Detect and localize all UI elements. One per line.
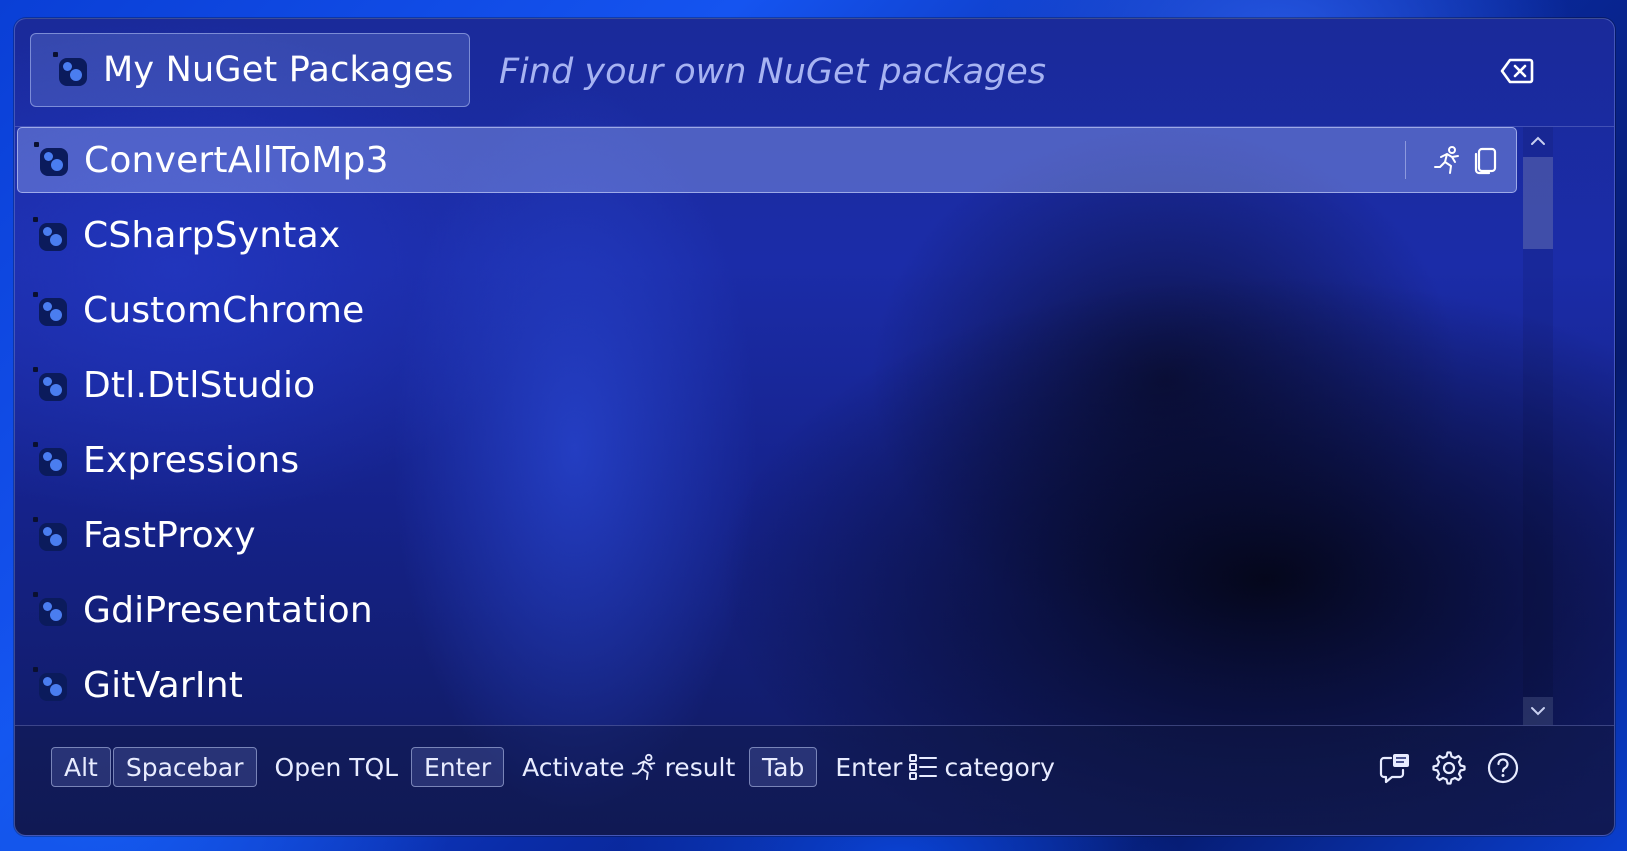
run-button[interactable] — [1432, 144, 1464, 176]
list-icon — [908, 753, 938, 781]
key-enter: Enter — [411, 747, 505, 787]
result-row[interactable]: CSharpSyntax — [17, 202, 1517, 268]
hint-text: Activate result — [522, 753, 735, 782]
hint-category: Tab Enter category — [749, 746, 1055, 788]
result-label: ConvertAllToMp3 — [84, 139, 389, 181]
clear-search-button[interactable] — [1499, 55, 1535, 87]
hint-text-before: Enter — [835, 752, 903, 782]
hint-open-tql: Alt Spacebar Open TQL — [51, 746, 398, 788]
results-list: ConvertAllToMp3 CSharpSyntax CustomChrom… — [15, 127, 1523, 725]
footer-hints: Alt Spacebar Open TQL Enter Activate res… — [15, 725, 1614, 835]
key-spacebar: Spacebar — [112, 747, 257, 787]
settings-button[interactable] — [1429, 748, 1469, 788]
divider — [1405, 141, 1406, 179]
scroll-down-button[interactable] — [1523, 697, 1553, 725]
nuget-package-icon — [33, 292, 69, 328]
copy-button[interactable] — [1470, 144, 1502, 176]
run-icon — [631, 753, 659, 781]
result-row[interactable]: CustomChrome — [17, 277, 1517, 343]
result-label: Expressions — [83, 439, 300, 481]
results-scrollbar[interactable] — [1523, 127, 1553, 725]
hint-text: Open TQL — [274, 752, 399, 782]
result-label: FastProxy — [83, 514, 256, 556]
settings-icon — [1432, 751, 1466, 785]
result-label: CSharpSyntax — [83, 214, 341, 256]
feedback-button[interactable] — [1375, 748, 1415, 788]
result-row[interactable]: Dtl.DtlStudio — [17, 352, 1517, 418]
hint-text-after: category — [944, 752, 1055, 782]
row-actions — [1405, 140, 1502, 180]
nuget-package-icon — [33, 442, 69, 478]
result-label: GdiPresentation — [83, 589, 373, 631]
key-tab: Tab — [749, 747, 818, 787]
catalog-label: My NuGet Packages — [103, 50, 454, 90]
nuget-package-icon — [33, 367, 69, 403]
result-row[interactable]: GitVarInt — [17, 652, 1517, 718]
catalog-chip[interactable]: My NuGet Packages — [30, 33, 470, 107]
copy-icon — [1474, 147, 1497, 175]
nuget-package-icon — [34, 142, 70, 178]
result-label: Dtl.DtlStudio — [83, 364, 316, 406]
backspace-icon — [1500, 58, 1534, 84]
nuget-package-icon — [53, 52, 89, 88]
feedback-icon — [1379, 754, 1409, 784]
nuget-package-icon — [33, 517, 69, 553]
run-icon — [1434, 146, 1459, 174]
hint-text-after: result — [664, 752, 736, 782]
result-row[interactable]: FastProxy — [17, 502, 1517, 568]
search-bar: My NuGet Packages — [15, 19, 1614, 127]
nuget-package-icon — [33, 592, 69, 628]
hint-activate: Enter Activate result — [411, 746, 735, 788]
result-row[interactable]: Expressions — [17, 427, 1517, 493]
hint-text: Enter category — [835, 753, 1055, 782]
result-label: CustomChrome — [83, 289, 365, 331]
key-alt: Alt — [51, 747, 111, 787]
chevron-down-icon — [1531, 707, 1545, 716]
nuget-package-icon — [33, 667, 69, 703]
hint-text-before: Activate — [522, 752, 625, 782]
nuget-package-icon — [33, 217, 69, 253]
help-icon — [1487, 752, 1519, 784]
scroll-thumb[interactable] — [1523, 157, 1553, 249]
help-button[interactable] — [1483, 748, 1523, 788]
result-row[interactable]: GdiPresentation — [17, 577, 1517, 643]
search-input[interactable] — [497, 41, 1401, 103]
result-row[interactable]: ConvertAllToMp3 — [17, 127, 1517, 193]
scroll-up-button[interactable] — [1523, 127, 1553, 155]
tql-window: My NuGet Packages ConvertAllToMp3 — [14, 18, 1615, 836]
chevron-up-icon — [1531, 136, 1545, 145]
result-label: GitVarInt — [83, 664, 244, 706]
